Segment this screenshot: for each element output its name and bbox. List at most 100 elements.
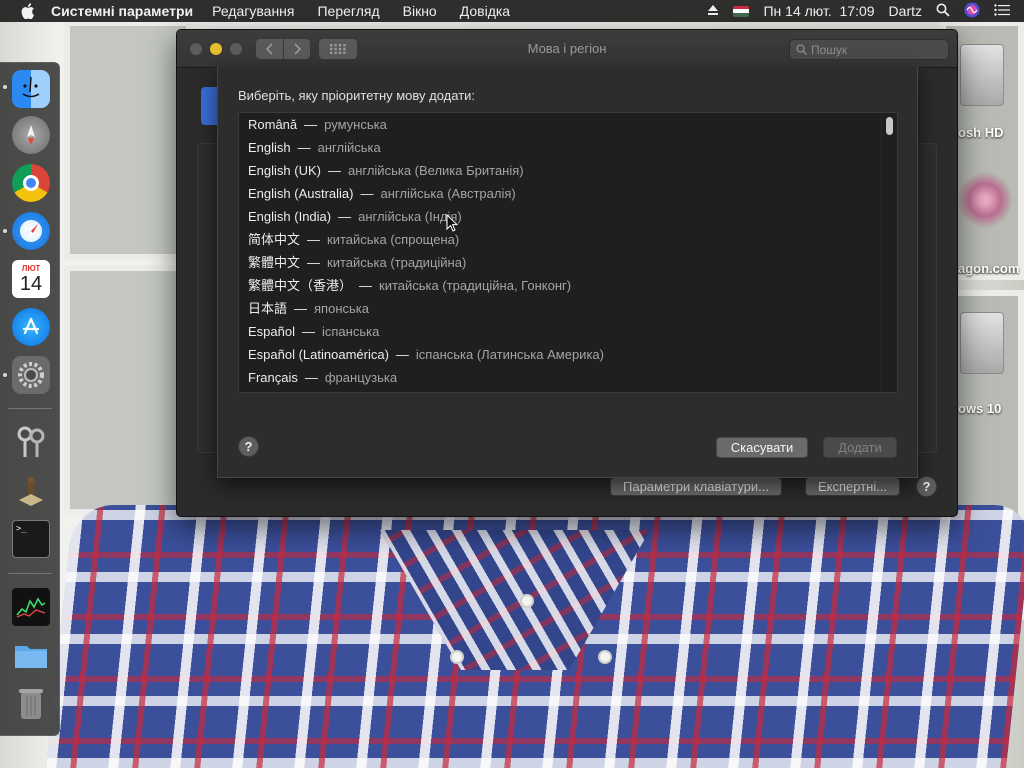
menu-clock[interactable]: Пн 14 лют. 17:09 (763, 3, 874, 19)
menu-bar: Системні параметри Редагування Перегляд … (0, 0, 1024, 22)
input-source-flag-icon[interactable] (733, 5, 750, 17)
calendar-month: ЛЮТ (21, 263, 41, 273)
language-row[interactable]: 繁體中文（香港） — китайська (традиційна, Гонконг) (248, 274, 571, 297)
language-separator: — (304, 117, 318, 132)
language-native-name: English (Australia) (248, 186, 354, 201)
language-row[interactable]: English — англійська (248, 136, 381, 159)
menu-user[interactable]: Dartz (889, 3, 922, 19)
macintosh-hd-icon[interactable] (960, 44, 1004, 106)
chess-icon[interactable] (12, 472, 50, 510)
keyboard-preferences-button[interactable]: Параметри клавіатури... (610, 477, 782, 496)
chrome-icon[interactable] (12, 164, 50, 202)
language-row[interactable]: Español — іспанська (248, 320, 379, 343)
desktop-icon-label[interactable]: osh HD (958, 125, 1004, 140)
app-store-icon[interactable] (12, 308, 50, 346)
language-separator: — (360, 186, 374, 201)
search-icon (796, 44, 807, 55)
spotlight-search-icon[interactable] (936, 3, 950, 20)
advanced-button[interactable]: Експертні... (805, 477, 901, 496)
sheet-help-button[interactable]: ? (238, 436, 259, 457)
safari-icon[interactable] (12, 212, 50, 250)
documents-folder-icon[interactable] (12, 636, 50, 674)
language-localized-name: французька (324, 370, 398, 385)
eject-icon[interactable] (707, 3, 719, 19)
search-placeholder: Пошук (811, 42, 848, 57)
shirt-button (520, 594, 534, 608)
shirt-button (450, 650, 464, 664)
add-language-sheet: Виберіть, яку пріоритетну мову додати: R… (217, 67, 918, 478)
siri-icon[interactable] (964, 2, 980, 21)
desktop-file-icon[interactable] (958, 170, 1012, 230)
notification-center-icon[interactable] (994, 3, 1010, 19)
language-separator: — (359, 278, 373, 293)
language-localized-name: англійська (317, 140, 381, 155)
language-list[interactable]: Română — румунська English — англійська Engl… (238, 112, 898, 393)
dock-separator (8, 408, 52, 409)
dock: ЛЮТ 14 >_ (0, 62, 60, 736)
language-row[interactable]: Français — французька (248, 366, 397, 389)
language-native-name: 繁體中文 (248, 255, 301, 270)
menu-bar-status-area: Пн 14 лют. 17:09 Dartz (707, 0, 1024, 22)
launchpad-icon[interactable] (12, 116, 50, 154)
language-separator: — (304, 370, 318, 385)
trash-icon[interactable] (12, 684, 50, 722)
calendar-day: 14 (19, 272, 43, 295)
mouse-cursor-icon (446, 214, 458, 232)
scrollbar-thumb[interactable] (886, 117, 893, 135)
language-native-name: 简体中文 (248, 232, 301, 247)
desktop-icon-label[interactable]: agon.com (958, 261, 1019, 276)
system-preferences-icon[interactable] (12, 356, 50, 394)
window-titlebar: Мова і регіон Пошук (177, 30, 957, 68)
search-field[interactable]: Пошук (789, 39, 949, 60)
language-row[interactable]: 繁體中文 — китайська (традиційна) (248, 251, 466, 274)
language-row[interactable]: English (India) — англійська (Індія) (248, 205, 462, 228)
language-native-name: 繁體中文（香港） (248, 278, 353, 293)
language-separator: — (338, 209, 352, 224)
menu-help[interactable]: Довідка (460, 3, 510, 19)
menu-window[interactable]: Вікно (403, 3, 437, 19)
language-localized-name: китайська (спрощена) (327, 232, 460, 247)
language-row[interactable]: 简体中文 — китайська (спрощена) (248, 228, 459, 251)
finder-icon[interactable] (12, 70, 50, 108)
add-button[interactable]: Додати (823, 437, 897, 458)
language-native-name: Español (248, 324, 295, 339)
terminal-icon[interactable]: >_ (12, 520, 50, 558)
language-localized-name: румунська (324, 117, 387, 132)
language-localized-name: китайська (традиційна) (327, 255, 467, 270)
language-native-name: Español (Latinoamérica) (248, 347, 389, 362)
language-row[interactable]: Español (Latinoamérica) — іспанська (Латин… (248, 343, 604, 366)
cancel-button[interactable]: Скасувати (716, 437, 808, 458)
activity-monitor-icon[interactable] (12, 588, 50, 626)
running-indicator (3, 229, 7, 233)
language-row[interactable]: English (UK) — англійська (Велика Британія… (248, 159, 524, 182)
shirt-button (598, 650, 612, 664)
menu-view[interactable]: Перегляд (317, 3, 379, 19)
language-localized-name: англійська (Австралія) (380, 186, 516, 201)
language-localized-name: японська (314, 301, 369, 316)
menu-edit[interactable]: Редагування (212, 3, 294, 19)
language-separator: — (301, 324, 315, 339)
language-row[interactable]: 日本語 — японська (248, 297, 369, 320)
running-indicator (3, 373, 7, 377)
apple-menu-icon[interactable] (19, 3, 37, 19)
desktop-icon-label[interactable]: ows 10 (958, 401, 1001, 416)
wallpaper-window-frame (64, 20, 192, 260)
menu-app-name[interactable]: Системні параметри (51, 3, 193, 19)
language-separator: — (395, 347, 409, 362)
language-localized-name: іспанська (321, 324, 380, 339)
window-help-button[interactable]: ? (916, 476, 937, 497)
language-native-name: English (248, 140, 291, 155)
sheet-prompt: Виберіть, яку пріоритетну мову додати: (238, 88, 476, 103)
language-separator: — (294, 301, 308, 316)
language-localized-name: іспанська (Латинська Америка) (415, 347, 604, 362)
language-native-name: Français (248, 370, 298, 385)
keychain-access-icon[interactable] (12, 424, 50, 462)
language-row[interactable]: English (Australia) — англійська (Австралі… (248, 182, 516, 205)
calendar-icon[interactable]: ЛЮТ 14 (12, 260, 50, 298)
language-localized-name: китайська (традиційна, Гонконг) (379, 278, 572, 293)
language-list-scrollbar[interactable] (881, 113, 897, 392)
running-indicator (3, 85, 7, 89)
windows-disk-icon[interactable] (960, 312, 1004, 374)
language-row[interactable]: Română — румунська (248, 113, 387, 136)
language-native-name: English (India) (248, 209, 332, 224)
